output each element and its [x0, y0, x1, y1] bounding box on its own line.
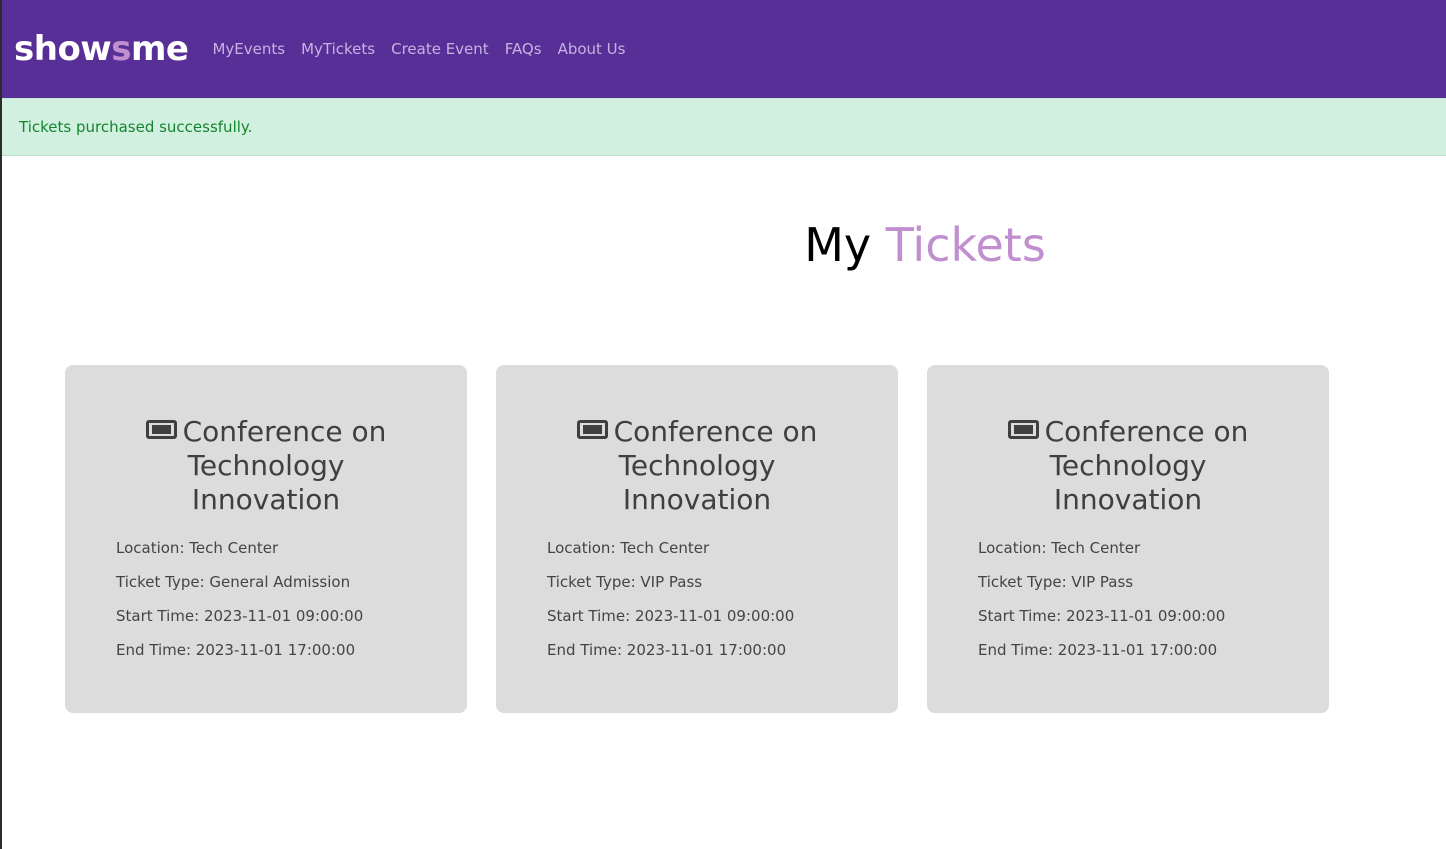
ticket-start-time: Start Time: 2023-11-01 09:00:00: [547, 607, 795, 625]
ticket-location: Location: Tech Center: [547, 539, 710, 557]
ticket-icon: [145, 420, 177, 439]
brand-part-2: s: [111, 29, 131, 69]
ticket-card-title: Conference on Technology Innovation: [978, 415, 1278, 517]
ticket-start-time: Start Time: 2023-11-01 09:00:00: [978, 607, 1226, 625]
ticket-event-name: Conference on Technology Innovation: [182, 415, 387, 516]
nav-link-myevents[interactable]: MyEvents: [212, 40, 285, 58]
ticket-icon: [576, 420, 608, 439]
ticket-end-time: End Time: 2023-11-01 17:00:00: [547, 641, 787, 659]
nav-link-faqs[interactable]: FAQs: [505, 40, 542, 58]
ticket-card-list: Conference on Technology Innovation Loca…: [65, 365, 1329, 713]
success-alert-message: Tickets purchased successfully.: [19, 118, 253, 136]
ticket-start-time: Start Time: 2023-11-01 09:00:00: [116, 607, 364, 625]
ticket-icon: [1007, 420, 1039, 439]
page-title-part-2: Tickets: [885, 218, 1046, 272]
ticket-card: Conference on Technology Innovation Loca…: [927, 365, 1329, 713]
ticket-type: Ticket Type: VIP Pass: [978, 573, 1134, 591]
page-title: My Tickets: [0, 218, 1446, 273]
ticket-end-time: End Time: 2023-11-01 17:00:00: [978, 641, 1218, 659]
ticket-card-title: Conference on Technology Innovation: [116, 415, 416, 517]
ticket-end-time: End Time: 2023-11-01 17:00:00: [116, 641, 356, 659]
ticket-card: Conference on Technology Innovation Loca…: [496, 365, 898, 713]
nav-link-create-event[interactable]: Create Event: [391, 40, 489, 58]
nav-link-mytickets[interactable]: MyTickets: [301, 40, 375, 58]
navbar: showsme MyEvents MyTickets Create Event …: [2, 0, 1446, 98]
ticket-location: Location: Tech Center: [978, 539, 1141, 557]
brand-part-1: show: [14, 29, 112, 69]
ticket-location: Location: Tech Center: [116, 539, 279, 557]
brand-part-3: me: [130, 29, 189, 69]
nav-links: MyEvents MyTickets Create Event FAQs Abo…: [212, 40, 625, 58]
page-title-part-1: My: [804, 218, 872, 272]
ticket-card: Conference on Technology Innovation Loca…: [65, 365, 467, 713]
ticket-type: Ticket Type: VIP Pass: [547, 573, 703, 591]
ticket-card-title: Conference on Technology Innovation: [547, 415, 847, 517]
nav-link-about-us[interactable]: About Us: [558, 40, 626, 58]
success-alert: Tickets purchased successfully.: [2, 98, 1446, 156]
ticket-event-name: Conference on Technology Innovation: [1044, 415, 1249, 516]
ticket-event-name: Conference on Technology Innovation: [613, 415, 818, 516]
brand-logo[interactable]: showsme: [14, 29, 189, 69]
ticket-type: Ticket Type: General Admission: [116, 573, 351, 591]
